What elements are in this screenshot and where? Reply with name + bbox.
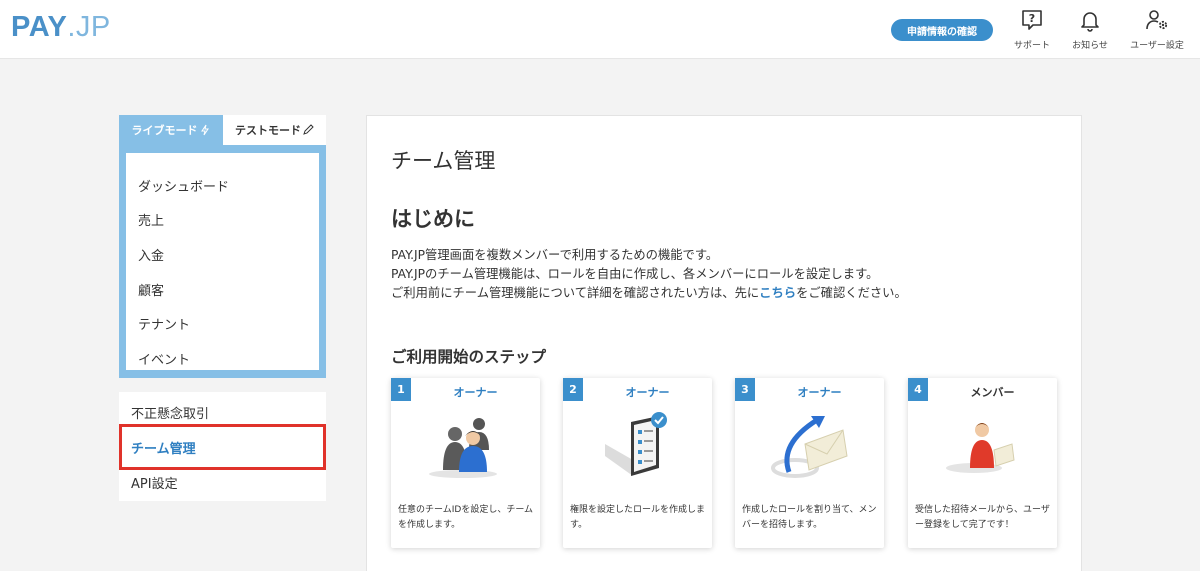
section-title: はじめに (391, 207, 475, 231)
step-card-4: 4 メンバー 受信した招待メールから、ユーザー登録をして完了です！ (908, 378, 1057, 548)
support-button[interactable]: ? サポート (1009, 8, 1055, 52)
nav-item-dashboard[interactable]: ダッシュボード (126, 168, 319, 203)
step-description: 受信した招待メールから、ユーザー登録をして完了です！ (915, 505, 1050, 530)
intro-line-3: ご利用前にチーム管理機能について詳細を確認されたい方は、先にこちらをご確認くださ… (391, 284, 907, 303)
step-card-2: 2 オーナー 権限を設定したロールを作成します。 (563, 378, 712, 548)
application-info-button[interactable]: 申請情報の確認 (891, 19, 993, 41)
user-gear-icon (1146, 10, 1168, 30)
team-people-icon (429, 418, 497, 478)
details-link[interactable]: こちら (759, 286, 796, 300)
step-description: 任意のチームIDを設定し、チームを作成します。 (398, 505, 534, 530)
step-role: オーナー (625, 386, 670, 399)
payjp-logo[interactable]: PAY .JP (11, 11, 111, 43)
live-mode-tab[interactable]: ライブモード (119, 115, 223, 145)
step-role: オーナー (797, 386, 842, 399)
svg-text:?: ? (1029, 12, 1035, 25)
checklist-icon (605, 412, 667, 476)
lightning-icon (200, 124, 209, 136)
notice-label: お知らせ (1072, 41, 1108, 51)
support-label: サポート (1013, 41, 1050, 51)
step-role: メンバー (970, 386, 1015, 399)
step-card-3: 3 オーナー 作成したロールを割り当て、メンバーを招待します。 (735, 378, 884, 548)
page-title: チーム管理 (391, 149, 496, 173)
main-nav-list: ダッシュボード 売上 入金 顧客 テナント イベント (126, 153, 319, 370)
steps-title: ご利用開始のステップ (391, 348, 547, 366)
pencil-icon (303, 124, 314, 135)
step-number: 2 (563, 378, 583, 401)
top-header: PAY .JP 申請情報の確認 ? サポート お知らせ ユーザー設定 (0, 0, 1200, 59)
nav-item-deposits[interactable]: 入金 (126, 237, 319, 272)
nav-item-tenants[interactable]: テナント (126, 306, 319, 341)
send-mail-icon (771, 416, 848, 478)
nav-item-customers[interactable]: 顧客 (126, 272, 319, 307)
bell-icon (1081, 12, 1099, 32)
logo-text-main: PAY (11, 11, 68, 43)
intro-line-3-pre: ご利用前にチーム管理機能について詳細を確認されたい方は、先に (391, 286, 760, 300)
test-mode-label: テストモード (235, 124, 301, 137)
user-settings-label: ユーザー設定 (1130, 41, 1184, 51)
step-description: 権限を設定したロールを作成します。 (570, 505, 706, 530)
secondary-nav: 不正懸念取引 チーム管理 API設定 (119, 392, 326, 501)
intro-line-3-post: をご確認ください。 (796, 286, 907, 300)
member-with-laptop-icon (946, 423, 1015, 473)
main-nav-frame: ダッシュボード 売上 入金 顧客 テナント イベント (119, 145, 326, 378)
support-question-icon: ? (1022, 10, 1042, 30)
test-mode-tab[interactable]: テストモード (223, 115, 326, 145)
step-card-1: 1 オーナー 任意のチームIDを設定し、チームを作成します。 (391, 378, 540, 548)
step-number: 1 (391, 378, 411, 401)
step-role: オーナー (453, 386, 498, 399)
intro-line-2: PAY.JPのチーム管理機能は、ロールを自由に作成し、各メンバーにロールを設定し… (391, 267, 879, 281)
step-description: 作成したロールを割り当て、メンバーを招待します。 (742, 505, 877, 530)
nav-item-api-settings[interactable]: API設定 (131, 473, 178, 492)
live-mode-label: ライブモード (131, 124, 198, 137)
notice-button[interactable]: お知らせ (1067, 8, 1113, 52)
nav-item-team-label: チーム管理 (131, 442, 196, 457)
user-settings-button[interactable]: ユーザー設定 (1125, 8, 1189, 52)
logo-text-sub: .JP (67, 11, 111, 43)
step-number: 4 (908, 378, 928, 401)
intro-text: PAY.JP管理画面を複数メンバーで利用するための機能です。 PAY.JPのチー… (391, 246, 907, 303)
main-content-card: チーム管理 はじめに PAY.JP管理画面を複数メンバーで利用するための機能です… (366, 115, 1082, 571)
nav-item-sales[interactable]: 売上 (126, 203, 319, 238)
nav-item-events[interactable]: イベント (126, 341, 319, 376)
step-number: 3 (735, 378, 755, 401)
intro-line-1: PAY.JP管理画面を複数メンバーで利用するための機能です。 (391, 248, 719, 262)
nav-item-fraud[interactable]: 不正懸念取引 (131, 403, 209, 422)
mode-tabs: ライブモード テストモード (119, 115, 326, 145)
nav-item-team-active[interactable]: チーム管理 (119, 424, 326, 470)
